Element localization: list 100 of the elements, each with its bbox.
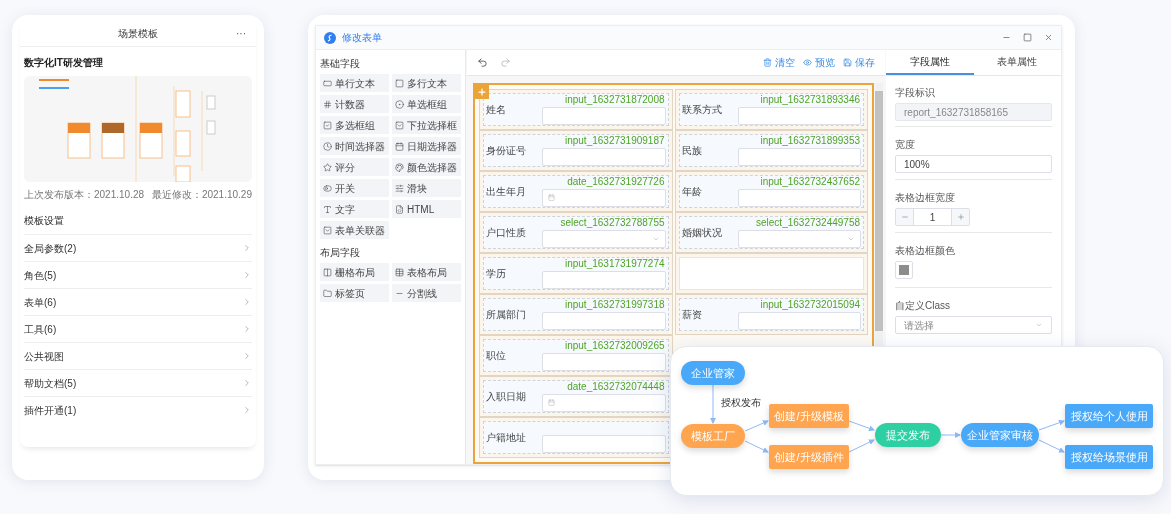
flow-node: 授权给个人使用: [1065, 404, 1153, 428]
field-id: input_1632731909187: [564, 135, 665, 146]
field-label: 姓名: [486, 103, 507, 117]
field-label: 学历: [486, 267, 507, 281]
panel-title: 场景模板: [118, 27, 158, 41]
input-field[interactable]: [542, 270, 666, 289]
input-field[interactable]: [542, 311, 666, 330]
form-field-slot[interactable]: input_1632731893346 联系方式: [678, 93, 864, 126]
input-field[interactable]: [542, 106, 666, 125]
palette-item[interactable]: 时间选择器: [320, 137, 389, 155]
form-field-slot[interactable]: input_1632732437652 年龄: [678, 175, 864, 208]
form-field-slot[interactable]: input_1632731997318 所属部门: [483, 298, 669, 331]
chevron-right-icon: [242, 324, 252, 334]
last-published-date: 上次发布版本：2021.10.28: [24, 188, 145, 202]
properties-tab[interactable]: 字段属性: [886, 50, 974, 75]
chevron-right-icon: [242, 378, 252, 388]
property-label: 字段标识: [895, 86, 936, 100]
form-field-slot[interactable]: select_1632732788755 户口性质: [483, 216, 669, 249]
palette-item[interactable]: 栅格布局: [320, 263, 389, 281]
form-field-slot[interactable]: select_1632732449758 婚姻状况: [678, 216, 864, 249]
maximize-icon[interactable]: [1023, 33, 1032, 42]
flow-node: 创建/升级插件: [769, 445, 849, 469]
input-field[interactable]: [737, 229, 861, 248]
field-label: 婚姻状况: [681, 226, 723, 240]
palette-item[interactable]: 分割线: [392, 284, 461, 302]
field-id: input_1632731997318: [564, 299, 665, 310]
toolbar-button[interactable]: 清空: [763, 55, 795, 70]
class-select[interactable]: 请选择: [895, 316, 1052, 334]
flow-arrow: [848, 420, 875, 432]
form-field-slot[interactable]: input_1632732009265 职位: [483, 339, 669, 372]
settings-heading: 模板设置: [24, 214, 65, 228]
add-handle[interactable]: [475, 85, 489, 99]
palette-item[interactable]: 表单关联器: [320, 221, 389, 239]
form-field-slot[interactable]: date_1632732074448 入职日期: [483, 380, 669, 413]
palette-item[interactable]: 单行文本: [320, 74, 389, 92]
input-field[interactable]: [737, 188, 861, 207]
counter-icon: [323, 99, 332, 109]
settings-item[interactable]: 表单(6): [24, 294, 57, 310]
more-menu[interactable]: ···: [236, 26, 246, 41]
settings-item[interactable]: 公共视图: [24, 348, 64, 364]
palette-item[interactable]: HTML: [392, 200, 461, 218]
input-field[interactable]: [542, 229, 666, 248]
flow-arrow: [710, 384, 716, 424]
palette-item[interactable]: 文字: [320, 200, 389, 218]
settings-item[interactable]: 工具(6): [24, 321, 57, 337]
form-field-slot[interactable]: input_1631731977274 学历: [483, 257, 669, 290]
form-field-slot[interactable]: input_1632731872008 姓名: [483, 93, 669, 126]
form-field-slot[interactable]: 户籍地址: [483, 421, 669, 454]
redo-icon[interactable]: [500, 57, 511, 68]
palette-item[interactable]: 多行文本: [392, 74, 461, 92]
input-field[interactable]: [542, 147, 666, 166]
flow-arrow: [1038, 439, 1065, 453]
app-logo-icon: [324, 31, 336, 44]
form-field-slot[interactable]: input_1632731899353 民族: [678, 134, 864, 167]
field-label: 薪资: [681, 308, 703, 322]
palette-item[interactable]: 标签页: [320, 284, 389, 302]
field-id: select_1632732449758: [756, 217, 860, 228]
input-field[interactable]: [737, 106, 861, 125]
slider-icon: [395, 183, 404, 193]
settings-item[interactable]: 全局参数(2): [24, 240, 77, 256]
code-file-icon: [395, 204, 404, 214]
settings-item[interactable]: 角色(5): [24, 267, 57, 283]
color-picker[interactable]: [895, 261, 913, 279]
palette-item[interactable]: 日期选择器: [392, 137, 461, 155]
toolbar-button[interactable]: 保存: [843, 55, 875, 70]
chevron-right-icon: [242, 270, 252, 280]
form-field-slot[interactable]: input_1632732015094 薪资: [678, 298, 864, 331]
palette-item[interactable]: 评分: [320, 158, 389, 176]
chevron-right-icon: [242, 243, 252, 253]
palette-icon: [395, 162, 404, 172]
palette-item[interactable]: 表格布局: [392, 263, 461, 281]
settings-item[interactable]: 帮助文档(5): [24, 375, 77, 391]
input-field[interactable]: [737, 147, 861, 166]
width-input[interactable]: 100%: [895, 155, 1052, 173]
palette-item[interactable]: 多选框组: [320, 116, 389, 134]
edge-label: 授权发布: [721, 396, 761, 410]
toolbar-button[interactable]: 预览: [803, 55, 835, 70]
field-label: 户籍地址: [486, 431, 527, 445]
form-field-slot[interactable]: date_1632731927726 出生年月: [483, 175, 669, 208]
palette-item[interactable]: 颜色选择器: [392, 158, 461, 176]
input-field[interactable]: [542, 393, 666, 412]
undo-icon[interactable]: [477, 57, 488, 68]
palette-item[interactable]: 下拉选择框: [392, 116, 461, 134]
input-field[interactable]: [737, 311, 861, 330]
palette-item[interactable]: 计数器: [320, 95, 389, 113]
dropdown-icon: [395, 120, 404, 130]
input-field[interactable]: [542, 352, 666, 371]
input-field[interactable]: [542, 434, 666, 453]
columns-icon: [323, 267, 332, 277]
palette-item[interactable]: 滑块: [392, 179, 461, 197]
close-icon[interactable]: [1044, 33, 1053, 42]
palette-item[interactable]: 开关: [320, 179, 389, 197]
field-label: 身份证号: [486, 144, 527, 158]
input-field[interactable]: [542, 188, 666, 207]
properties-tab[interactable]: 表单属性: [973, 50, 1061, 75]
settings-item[interactable]: 插件开通(1): [24, 402, 77, 418]
chevron-down-icon: [1035, 321, 1043, 329]
field-id: input_1632732015094: [760, 299, 860, 310]
palette-item[interactable]: 单选框组: [392, 95, 461, 113]
form-field-slot[interactable]: input_1632731909187 身份证号: [483, 134, 669, 167]
